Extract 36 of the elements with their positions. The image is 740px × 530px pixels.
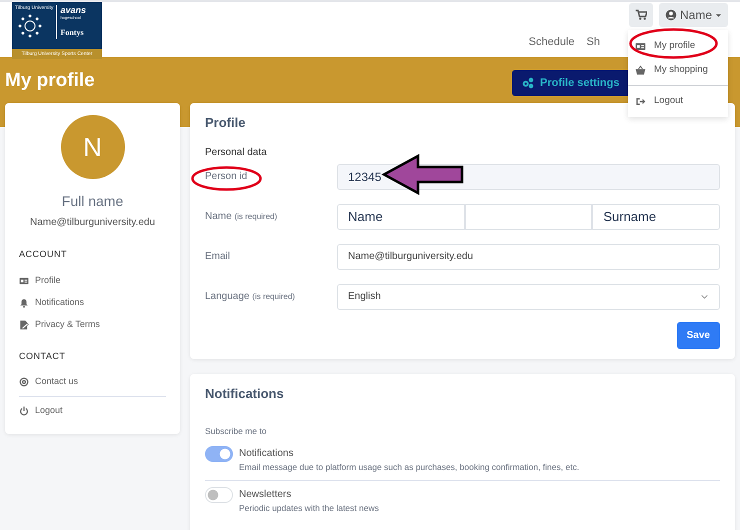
required-note: (is required) [234, 212, 278, 221]
full-name: Full name [60, 192, 124, 211]
card-title: Profile [205, 114, 246, 132]
toggle-label: Notifications [239, 446, 294, 461]
sidebar-item[interactable]: Privacy & Terms [19, 314, 166, 336]
nav-link[interactable]: Schedule [528, 34, 575, 50]
sidebar-item[interactable]: Notifications [19, 292, 166, 314]
brand-text: avans [60, 5, 86, 15]
section-heading: CONTACT [19, 350, 66, 362]
field-label: Email [205, 250, 232, 264]
page-title: My profile [5, 69, 95, 93]
save-button[interactable]: Save [676, 322, 720, 348]
user-menu-button[interactable]: Name [658, 3, 728, 27]
field-label: Language [205, 291, 250, 302]
menu-item[interactable]: My profile [628, 34, 728, 58]
first-name-field[interactable]: Name [337, 204, 465, 230]
section-label: Personal data [205, 146, 268, 160]
last-name-field[interactable]: Surname [592, 204, 720, 230]
email-field[interactable]: Name@tilburguniversity.edu [337, 244, 720, 270]
required-note: (is required) [252, 292, 295, 301]
brand-text: Fontys [60, 27, 85, 39]
user-email: Name@tilburguniversity.edu [28, 216, 156, 230]
field-label: Person id [205, 170, 248, 184]
card-title: Notifications [205, 384, 285, 402]
toggle-description: Email message due to platform usage such as purchases, booking confirmation, fines, etc. [239, 460, 580, 474]
section-label: Subscribe me to [205, 425, 268, 438]
sidebar-item[interactable]: Profile [19, 270, 166, 292]
language-select[interactable]: English [337, 284, 720, 310]
avatar: N [60, 115, 124, 179]
field-label: Name [205, 211, 232, 222]
sidebar-item[interactable]: Logout [19, 400, 166, 422]
toggle-description: Periodic updates with the latest news [239, 502, 379, 514]
section-heading: ACCOUNT [19, 248, 68, 261]
sidebar-item[interactable]: Contact us [19, 371, 166, 393]
toggle-label: Newsletters [239, 488, 292, 502]
nav-link[interactable]: Sh [586, 34, 600, 50]
